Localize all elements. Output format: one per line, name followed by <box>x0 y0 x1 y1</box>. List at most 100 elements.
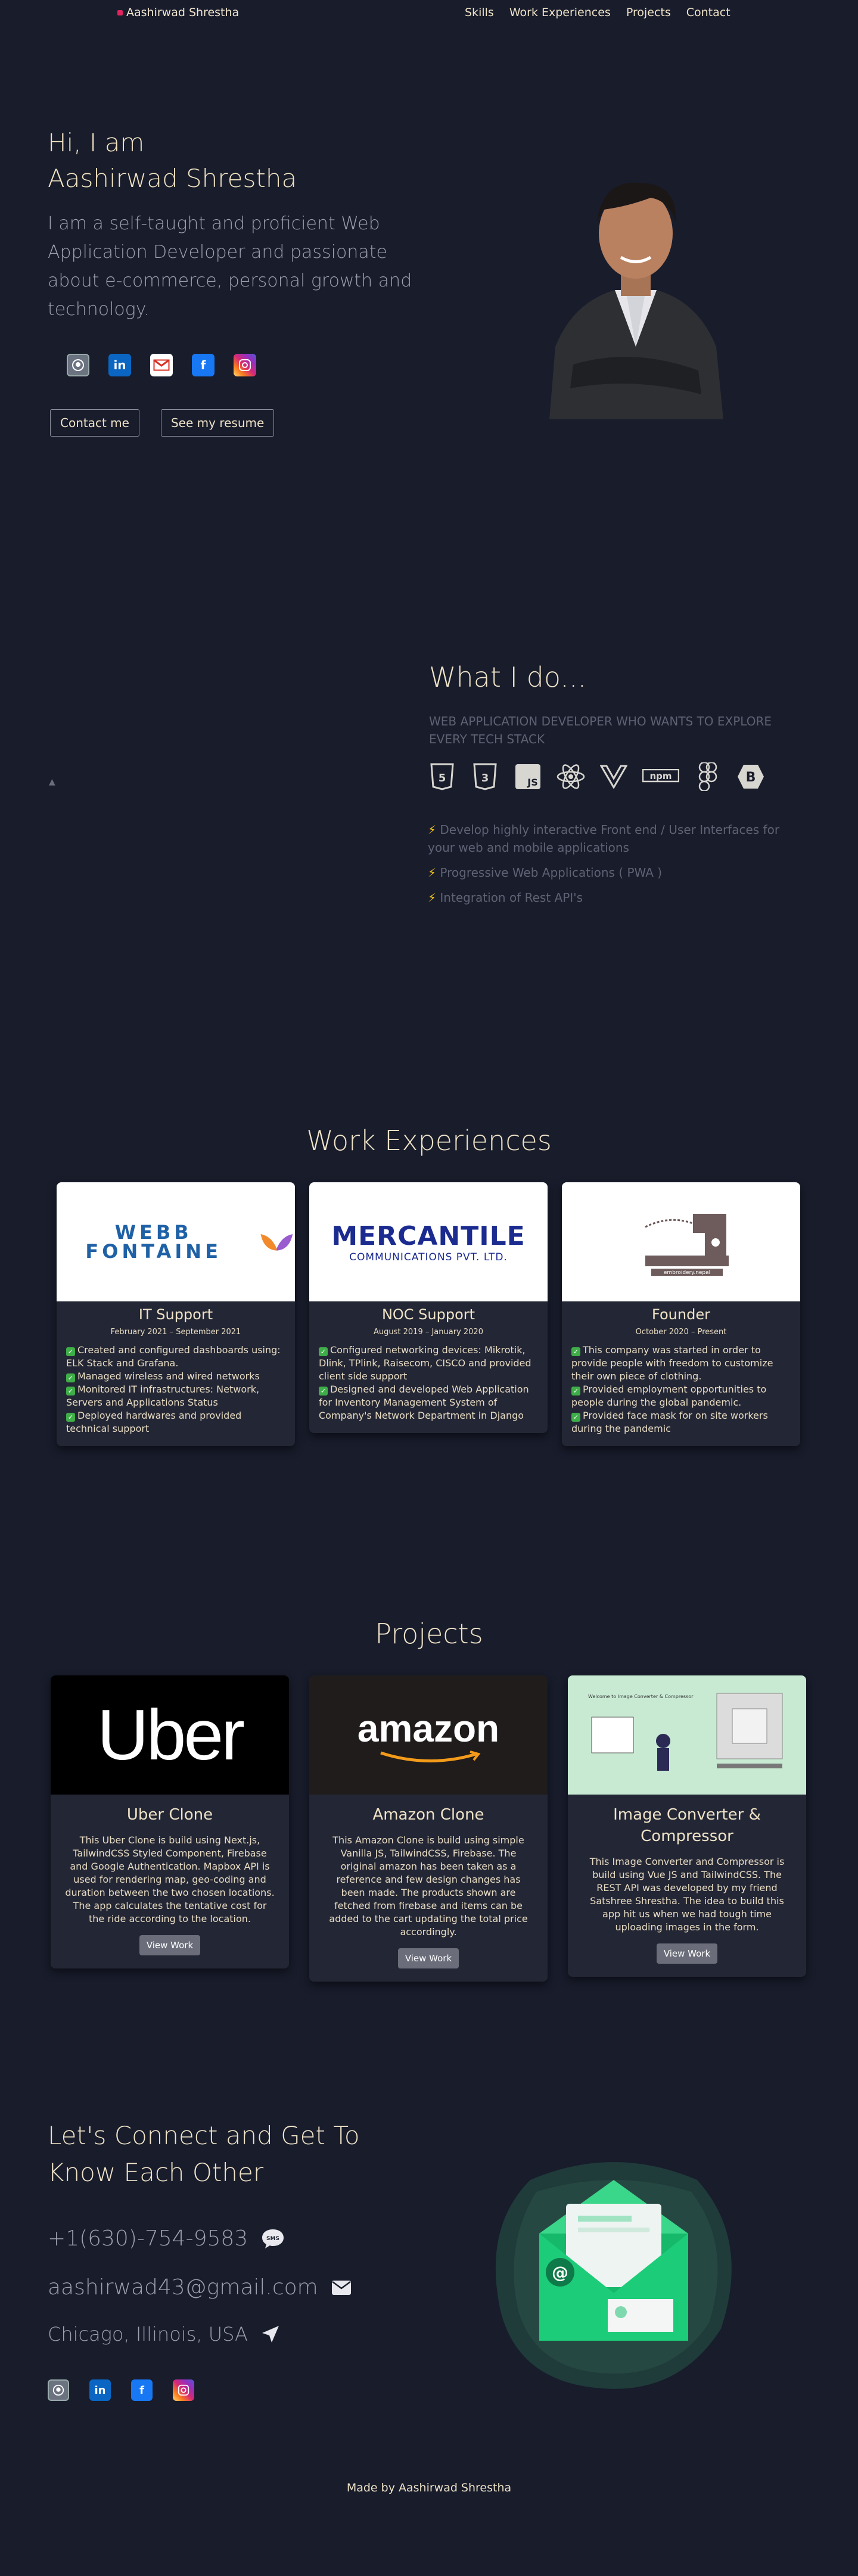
nav-link-work-experiences[interactable]: Work Experiences <box>509 6 611 19</box>
mercantile-wordmark: MERCANTILE <box>331 1220 526 1251</box>
gmail-icon[interactable] <box>150 354 173 376</box>
vue-icon <box>599 762 628 791</box>
brand[interactable]: Aashirwad Shrestha <box>117 6 239 19</box>
amazon-logo: amazon <box>357 1707 500 1750</box>
webb-fontaine-wordmark: WEBB FONTAINE <box>85 1221 222 1263</box>
company-logo-embroidery-nepal: embroidery.nepal <box>562 1182 800 1301</box>
project-thumbnail: amazon <box>309 1675 548 1795</box>
list-item: ✓ Managed wireless and wired networks <box>66 1370 285 1383</box>
mercantile-subtitle: COMMUNICATIONS PVT. LTD. <box>349 1251 508 1263</box>
check-icon: ✓ <box>66 1373 75 1382</box>
bootstrap-icon-label: B <box>746 770 756 785</box>
work-points: ✓ Configured networking devices: Mikrotik… <box>309 1337 548 1433</box>
project-description: This Amazon Clone is build using simple … <box>329 1834 528 1938</box>
facebook-icon[interactable]: f <box>192 354 214 376</box>
tech-stack-icons: 5 3 JS npm B <box>428 762 765 791</box>
work-card-embroidery-nepal: embroidery.nepal Founder October 2020 – … <box>562 1182 800 1446</box>
hero-greeting: Hi, I am <box>48 128 145 157</box>
nav-link-contact[interactable]: Contact <box>686 6 730 19</box>
brand-logo-icon <box>117 10 123 15</box>
project-description: This Image Converter and Compressor is b… <box>589 1856 785 1933</box>
check-icon: ✓ <box>66 1413 75 1422</box>
work-points: ✓ Created and configured dashboards using… <box>57 1337 295 1446</box>
list-item: ⚡ Integration of Rest API's <box>428 890 583 905</box>
hero-name: Aashirwad Shrestha <box>48 164 297 193</box>
list-item: ⚡ Progressive Web Applications ( PWA ) <box>428 865 663 880</box>
main-nav: Skills Work Experiences Projects Contact <box>465 6 730 19</box>
contact-social-links: in f <box>48 2379 194 2401</box>
embroidery-nepal-wordmark: embroidery.nepal <box>664 1270 710 1276</box>
view-work-button[interactable]: View Work <box>139 1935 201 1955</box>
check-icon: ✓ <box>571 1387 580 1396</box>
email-address[interactable]: aashirwad43@gmail.com <box>48 2275 318 2300</box>
contact-envelope-illustration: @ <box>495 2162 732 2389</box>
contact-email: aashirwad43@gmail.com <box>48 2275 352 2300</box>
facebook-icon[interactable]: f <box>131 2379 153 2401</box>
instagram-icon[interactable] <box>234 354 256 376</box>
see-resume-button[interactable]: See my resume <box>160 409 275 437</box>
sms-icon: SMS <box>262 2229 284 2248</box>
what-i-do-list: ⚡ Develop highly interactive Front end /… <box>428 821 809 914</box>
check-icon: ✓ <box>571 1347 580 1356</box>
work-dates: February 2021 – September 2021 <box>110 1328 241 1337</box>
work-dates: October 2020 – Present <box>635 1328 727 1337</box>
lightning-icon: ⚡ <box>428 865 437 880</box>
project-card-amazon: amazon Amazon Clone This Amazon Clone is… <box>309 1675 548 1982</box>
list-item: ⚡ Develop highly interactive Front end /… <box>428 823 780 855</box>
hero-description: I am a self-taught and proficient Web Ap… <box>48 213 412 320</box>
butterfly-icon <box>260 1234 293 1251</box>
list-item: ✓ Monitored IT infrastructures: Network, … <box>66 1384 260 1408</box>
project-card-uber: Uber Uber Clone This Uber Clone is build… <box>51 1675 289 1968</box>
svg-text:@: @ <box>552 2263 568 2282</box>
contact-location: Chicago, Illinois, USA <box>48 2323 280 2346</box>
linkedin-icon[interactable]: in <box>89 2379 111 2401</box>
what-i-do-subtitle: WEB APPLICATION DEVELOPER WHO WANTS TO E… <box>429 714 772 746</box>
css3-icon: 3 <box>471 762 499 791</box>
list-item: ✓ Provided employment opportunities to pe… <box>571 1384 767 1408</box>
project-card-image-converter: Welcome to Image Converter & Compressor … <box>568 1675 806 1977</box>
contact-me-button[interactable]: Contact me <box>50 409 139 437</box>
check-icon: ✓ <box>66 1347 75 1356</box>
list-item: ✓ This company was started in order to pr… <box>571 1344 773 1382</box>
hero-heading: Hi, I am Aashirwad Shrestha <box>48 125 297 197</box>
html5-icon: 5 <box>428 762 456 791</box>
decorative-caret-icon: ▲ <box>49 777 55 787</box>
figma-icon <box>694 762 722 791</box>
instagram-icon[interactable] <box>173 2379 194 2401</box>
project-thumbnail: Welcome to Image Converter & Compressor <box>568 1675 806 1795</box>
view-work-button[interactable]: View Work <box>656 1943 718 1964</box>
brand-name: Aashirwad Shrestha <box>126 6 240 19</box>
work-role: Founder <box>652 1306 710 1323</box>
css3-icon-label: 3 <box>481 772 489 784</box>
contact-title: Let's Connect and Get To Know Each Other <box>48 2121 360 2187</box>
list-item: ✓ Designed and developed Web Application … <box>319 1384 529 1421</box>
amazon-smile-icon <box>380 1750 481 1763</box>
work-dates: August 2019 – January 2020 <box>374 1328 483 1337</box>
list-item: ✓ Provided face mask for on site workers … <box>571 1410 768 1434</box>
project-title: Image Converter & Compressor <box>613 1806 761 1845</box>
project-thumbnail: Uber <box>51 1675 289 1795</box>
github-icon[interactable] <box>67 354 89 376</box>
github-icon[interactable] <box>48 2379 69 2401</box>
linkedin-icon[interactable]: in <box>108 354 131 376</box>
view-work-button[interactable]: View Work <box>397 1948 459 1968</box>
check-icon: ✓ <box>319 1387 328 1396</box>
image-converter-thumb-caption: Welcome to Image Converter & Compressor <box>588 1694 694 1699</box>
html5-icon-label: 5 <box>439 772 446 784</box>
react-icon <box>557 762 585 791</box>
phone-number[interactable]: +1(630)-754-9583 <box>48 2226 248 2251</box>
work-role: IT Support <box>138 1306 213 1323</box>
location-text: Chicago, Illinois, USA <box>48 2323 248 2346</box>
npm-icon-label: npm <box>649 771 672 781</box>
footer-credit: Made by Aashirwad Shrestha <box>346 2481 512 2494</box>
company-logo-webb-fontaine: WEBB FONTAINE <box>57 1182 295 1301</box>
what-i-do-title: What I do... <box>429 661 587 693</box>
check-icon: ✓ <box>571 1413 580 1422</box>
nav-link-skills[interactable]: Skills <box>465 6 494 19</box>
nav-link-projects[interactable]: Projects <box>626 6 671 19</box>
lightning-icon: ⚡ <box>428 823 437 837</box>
check-icon: ✓ <box>66 1387 75 1396</box>
project-title: Amazon Clone <box>372 1806 484 1824</box>
work-points: ✓ This company was started in order to pr… <box>562 1337 800 1446</box>
lightning-icon: ⚡ <box>428 890 437 905</box>
